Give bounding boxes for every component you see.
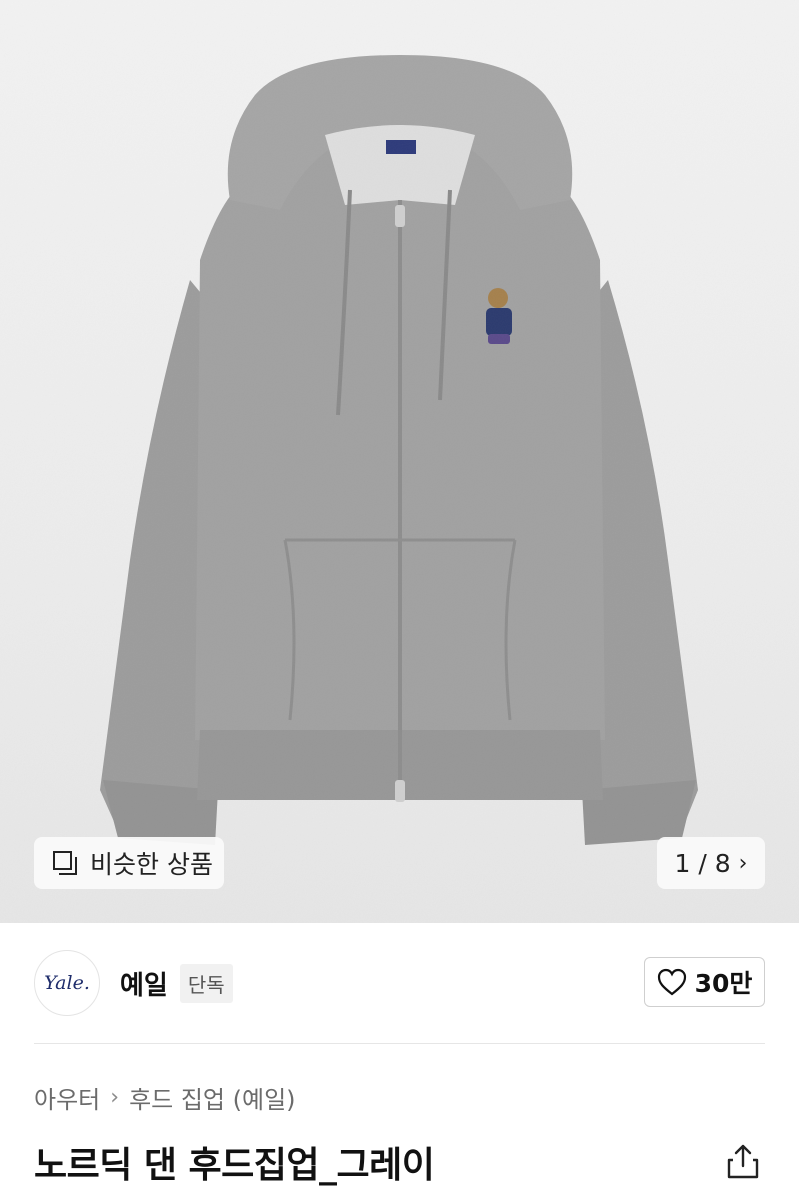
image-counter: 1 / 8 bbox=[674, 848, 731, 878]
breadcrumb: 아우터 › 후드 집업 (예일) bbox=[34, 1080, 296, 1115]
share-icon[interactable] bbox=[726, 1142, 760, 1180]
exclusive-badge: 단독 bbox=[179, 963, 233, 1003]
similar-products-button[interactable]: 비슷한 상품 bbox=[34, 837, 224, 889]
image-counter-button[interactable]: 1 / 8 › bbox=[657, 837, 765, 889]
brand-row: Yale. 예일 단독 30만 bbox=[34, 948, 765, 1018]
divider bbox=[34, 1043, 765, 1044]
like-count: 30만 bbox=[694, 969, 753, 998]
brand-logo[interactable]: Yale. bbox=[34, 950, 100, 1016]
product-image bbox=[0, 0, 799, 923]
brand-name[interactable]: 예일 bbox=[120, 965, 168, 1002]
breadcrumb-item-outer[interactable]: 아우터 bbox=[34, 1080, 100, 1115]
chevron-right-icon: › bbox=[110, 1085, 120, 1110]
similar-products-label: 비슷한 상품 bbox=[90, 850, 213, 879]
product-title: 노르딕 댄 후드집업_그레이 bbox=[34, 1145, 435, 1186]
breadcrumb-item-hood-zipup[interactable]: 후드 집업 (예일) bbox=[129, 1080, 295, 1115]
similar-products-icon bbox=[50, 848, 80, 878]
heart-outline-icon bbox=[657, 968, 686, 996]
like-button[interactable]: 30만 bbox=[644, 957, 765, 1007]
brand-logo-text: Yale. bbox=[44, 972, 90, 994]
product-image-gallery[interactable]: 비슷한 상품 1 / 8 › bbox=[0, 0, 799, 923]
chevron-right-icon: › bbox=[738, 850, 748, 876]
